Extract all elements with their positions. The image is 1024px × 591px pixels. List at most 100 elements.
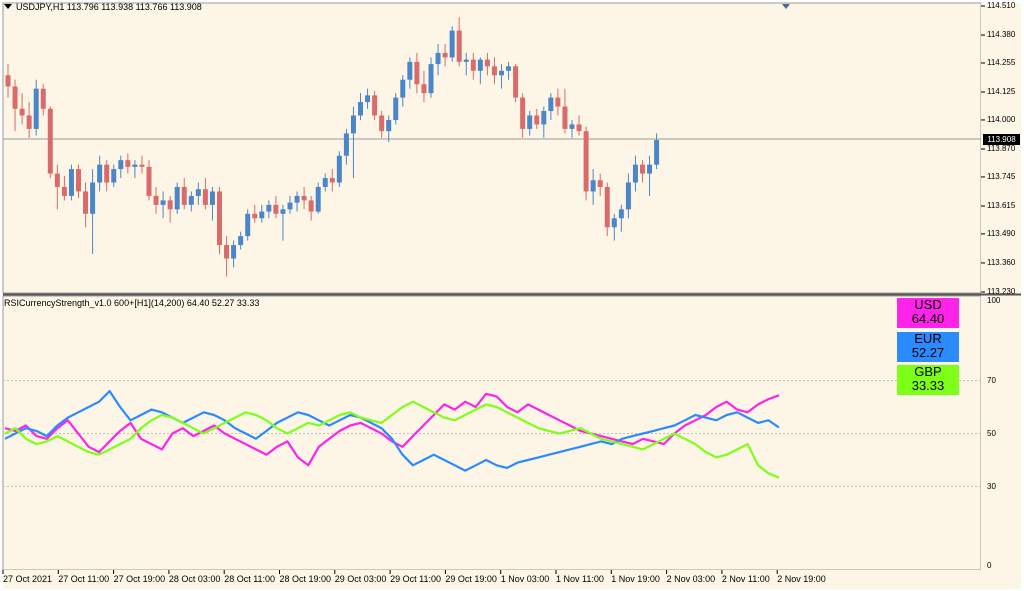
candle-body: [463, 59, 469, 62]
candle-body: [308, 200, 314, 212]
time-axis-label: 2 Nov 19:00: [777, 574, 826, 584]
candle-body: [470, 59, 476, 71]
candle-body: [329, 178, 335, 183]
candle-body: [477, 59, 483, 71]
time-axis-label: 27 Oct 19:00: [113, 574, 166, 584]
candle-body: [576, 124, 582, 132]
badge-gbp-value: 33.33: [911, 378, 945, 393]
time-axis-label: 1 Nov 03:00: [500, 574, 550, 584]
price-axis-label: 114.380: [987, 30, 1016, 40]
candle-body: [125, 160, 131, 167]
candle-body: [365, 95, 371, 103]
badge-usd-currency: USD: [914, 297, 942, 312]
candle-body: [400, 79, 406, 98]
time-axis-label: 27 Oct 2021: [3, 574, 53, 584]
candle-body: [315, 186, 321, 212]
level-axis-label: 0: [987, 561, 992, 570]
candle-body: [555, 97, 561, 107]
symbol-title: USDJPY,H1 113.796 113.938 113.766 113.90…: [4, 2, 202, 12]
candle-body: [301, 195, 307, 201]
candle-body: [499, 70, 504, 76]
chart-canvas[interactable]: [0, 0, 1024, 591]
candle-body: [336, 155, 342, 183]
level-axis-label: 50: [987, 428, 996, 438]
time-axis-label: 1 Nov 19:00: [611, 574, 660, 584]
time-axis-label: 2 Nov 11:00: [721, 574, 770, 584]
candle-body: [209, 191, 215, 205]
badge-eur-currency: EUR: [914, 331, 942, 346]
candle-body: [83, 191, 89, 214]
candle-body: [379, 115, 385, 132]
candle-body: [68, 169, 74, 196]
dropdown-arrow-icon[interactable]: [4, 4, 12, 9]
candle-body: [5, 75, 11, 87]
candle-body: [534, 115, 540, 125]
indicator-title: RSICurrencyStrength_v1.0 600+[H1](14,200…: [4, 298, 260, 308]
candle-body: [47, 108, 53, 174]
candle-body: [167, 200, 173, 210]
candle-body: [618, 209, 624, 219]
level-axis-label: 30: [987, 481, 996, 491]
level-axis-label: 100: [987, 296, 1001, 305]
candle-body: [393, 97, 399, 120]
time-axis-label: 29 Oct 03:00: [334, 574, 387, 584]
badge-usd-value: 64.40: [911, 311, 945, 326]
candle-body: [520, 97, 526, 129]
candle-body: [188, 195, 194, 205]
price-axis-label: 113.615: [987, 200, 1016, 210]
candle-body: [90, 182, 96, 214]
candle-body: [611, 218, 617, 228]
time-axis-label: 29 Oct 19:00: [445, 574, 497, 584]
badge-gbp-currency: GBP: [914, 364, 942, 379]
badge-gbp: GBP 33.33: [897, 365, 959, 395]
candle-body: [252, 213, 258, 219]
time-axis-label: 28 Oct 19:00: [279, 574, 332, 584]
price-axis-label: 113.360: [987, 257, 1016, 267]
candle-body: [266, 204, 272, 212]
candle-body: [174, 186, 180, 210]
badge-eur-value: 52.27: [911, 345, 945, 360]
candle-body: [146, 166, 152, 196]
price-axis-label: 114.510: [987, 1, 1016, 10]
time-axis-label: 28 Oct 11:00: [224, 574, 276, 584]
price-axis-label: 114.000: [987, 114, 1016, 124]
candle-body: [625, 182, 631, 210]
candle-body: [358, 102, 363, 116]
price-axis-label: 113.745: [987, 171, 1016, 181]
candle-body: [597, 180, 603, 187]
candle-body: [19, 108, 25, 116]
candle-body: [54, 173, 60, 187]
candle-body: [181, 186, 187, 205]
candle-body: [343, 133, 349, 156]
time-axis-label: 2 Nov 03:00: [666, 574, 716, 584]
candle-body: [421, 84, 427, 94]
candle-body: [273, 204, 279, 214]
time-axis-label: 28 Oct 03:00: [168, 574, 221, 584]
candle-body: [569, 124, 575, 129]
candle-body: [132, 164, 138, 167]
time-axis-label: 1 Nov 11:00: [556, 574, 604, 584]
candle-body: [33, 88, 39, 129]
price-axis-label: 113.870: [987, 144, 1016, 153]
candle-body: [118, 160, 124, 170]
candle-body: [104, 164, 110, 183]
main-panel-background: [2, 2, 982, 294]
candle-body: [224, 245, 230, 259]
candle-body: [350, 115, 356, 134]
level-axis-label: 70: [987, 375, 996, 385]
candle-body: [604, 186, 610, 228]
candle-body: [456, 30, 462, 62]
candle-body: [195, 189, 201, 196]
candle-body: [562, 106, 568, 129]
candle-body: [26, 115, 32, 129]
candle-body: [491, 66, 497, 76]
candle-body: [372, 95, 378, 116]
candle-body: [428, 64, 434, 94]
candle-body: [513, 66, 519, 98]
candle-body: [280, 209, 286, 214]
candle-body: [527, 115, 533, 129]
candle-body: [548, 97, 554, 112]
candle-body: [484, 59, 490, 67]
candle-body: [139, 164, 145, 167]
candle-body: [506, 66, 512, 71]
